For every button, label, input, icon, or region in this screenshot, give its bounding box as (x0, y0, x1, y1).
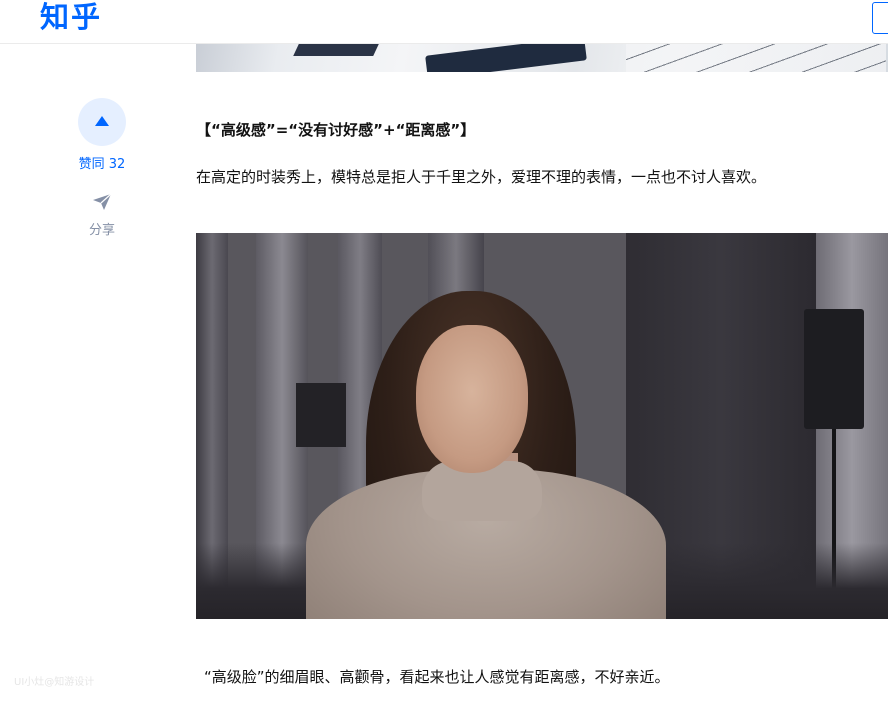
top-header: 知乎 (0, 0, 888, 44)
share-label[interactable]: 分享 (62, 219, 142, 238)
watermark: UI小灶@知游设计 (14, 677, 95, 688)
zhihu-logo[interactable]: 知乎 (40, 0, 102, 34)
paragraph-1: 在高定的时装秀上，模特总是拒人于千里之外，爱理不理的表情，一点也不讨人喜欢。 (196, 168, 767, 186)
upvote-count-label[interactable]: 赞同 32 (60, 153, 144, 172)
section-heading: 【“高级感”=“没有讨好感”+“距离感”】 (196, 121, 476, 139)
article-image-top-crop (196, 44, 888, 72)
header-action-button[interactable] (872, 2, 888, 34)
up-triangle-icon (95, 116, 109, 126)
runway-model-photo[interactable] (196, 233, 888, 619)
upvote-button[interactable] (78, 98, 126, 146)
paper-plane-icon[interactable] (92, 193, 112, 211)
paragraph-2: “高级脸”的细眉眼、高颧骨，看起来也让人感觉有距离感，不好亲近。 (204, 668, 670, 686)
